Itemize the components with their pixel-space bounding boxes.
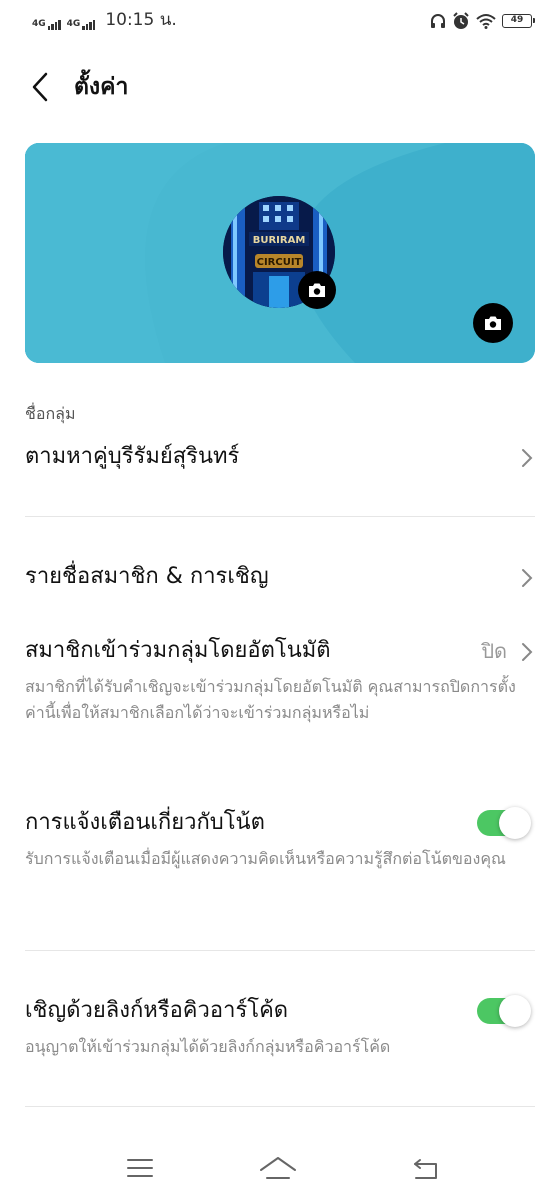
camera-icon — [485, 316, 501, 330]
auto-join-title: สมาชิกเข้าร่วมกลุ่มโดยอัตโนมัติ — [25, 638, 331, 663]
change-avatar-button[interactable] — [298, 271, 336, 309]
cellular-signal-icon-2: 4G — [67, 20, 96, 30]
status-bar: 4G 4G 10:15 น. 49 — [0, 0, 560, 44]
app-header: ตั้งค่า — [0, 60, 560, 116]
avatar-text-top: BURIRAM — [253, 235, 306, 246]
invite-link-row: เชิญด้วยลิงก์หรือคิวอาร์โค้ด อนุญาตให้เข… — [25, 994, 535, 1060]
divider — [25, 950, 535, 951]
members-invites-row[interactable]: รายชื่อสมาชิก & การเชิญ — [25, 560, 535, 600]
auto-join-description: สมาชิกที่ได้รับคำเชิญจะเข้าร่วมกลุ่มโดยอ… — [25, 677, 516, 722]
change-cover-button[interactable] — [473, 303, 513, 343]
chevron-left-icon — [32, 72, 48, 102]
toggle-knob — [499, 807, 531, 839]
note-notifications-title: การแจ้งเตือนเกี่ยวกับโน้ต — [25, 810, 265, 835]
note-notifications-row: การแจ้งเตือนเกี่ยวกับโน้ต รับการแจ้งเตือ… — [25, 806, 535, 872]
page-title: ตั้งค่า — [74, 74, 129, 100]
headphones-icon — [431, 14, 445, 28]
invite-link-description: อนุญาตให้เข้าร่วมกลุ่มได้ด้วยลิงก์กลุ่มห… — [25, 1037, 391, 1056]
back-icon — [414, 1159, 437, 1179]
system-nav-bar — [0, 1140, 560, 1200]
group-name-value: ตามหาคู่บุรีรัมย์สุรินทร์ — [25, 444, 240, 469]
camera-icon — [309, 283, 325, 297]
note-notifications-toggle[interactable] — [477, 807, 531, 839]
avatar-text-bottom: CIRCUIT — [257, 257, 302, 268]
note-notifications-description: รับการแจ้งเตือนเมื่อมีผู้แสดงความคิดเห็น… — [25, 849, 506, 868]
toggle-knob — [499, 995, 531, 1027]
signal-label-2: 4G — [66, 19, 81, 29]
wifi-icon — [476, 14, 496, 29]
divider — [25, 516, 535, 517]
cellular-signal-icon: 4G — [32, 20, 61, 30]
auto-join-value: ปิด — [481, 639, 507, 663]
back-nav-button[interactable] — [406, 1150, 446, 1186]
auto-join-row[interactable]: สมาชิกเข้าร่วมกลุ่มโดยอัตโนมัติ ปิด สมาช… — [25, 634, 535, 726]
back-button[interactable] — [24, 70, 58, 104]
chevron-right-icon — [522, 569, 533, 587]
menu-icon — [127, 1159, 153, 1177]
invite-link-title: เชิญด้วยลิงก์หรือคิวอาร์โค้ด — [25, 998, 289, 1023]
group-name-row[interactable]: ตามหาคู่บุรีรัมย์สุรินทร์ — [25, 440, 535, 480]
divider — [25, 1106, 535, 1107]
menu-button[interactable] — [120, 1150, 160, 1186]
signal-label: 4G — [32, 19, 46, 29]
home-icon — [260, 1157, 296, 1179]
battery-level: 49 — [510, 15, 524, 25]
cover-image[interactable]: BURIRAM CIRCUIT — [25, 143, 535, 363]
members-invites-label: รายชื่อสมาชิก & การเชิญ — [25, 564, 269, 589]
chevron-right-icon — [522, 449, 533, 467]
invite-link-toggle[interactable] — [477, 995, 531, 1027]
clock: 10:15 น. — [105, 10, 177, 30]
alarm-icon — [453, 12, 469, 29]
home-button[interactable] — [258, 1150, 298, 1186]
group-name-label: ชื่อกลุ่ม — [25, 404, 76, 423]
chevron-right-icon — [522, 643, 533, 661]
battery-icon: 49 — [502, 14, 535, 28]
